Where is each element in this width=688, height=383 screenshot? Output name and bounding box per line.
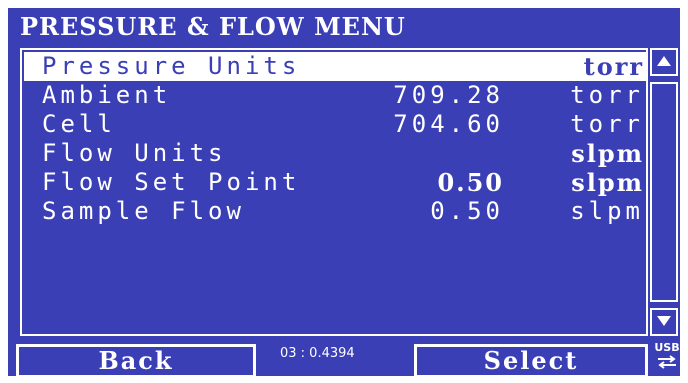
select-button[interactable]: Select: [414, 344, 648, 378]
usb-indicator: USB: [654, 342, 680, 369]
menu-item-label: Flow Set Point: [42, 168, 301, 196]
menu-item-unit: torr: [583, 52, 644, 81]
menu-item-flow-units[interactable]: Flow Units slpm: [24, 139, 646, 168]
usb-label: USB: [654, 341, 680, 354]
lcd-panel: PRESSURE & FLOW MENU Pressure Units torr…: [8, 8, 680, 378]
menu-item-value: 704.60: [393, 110, 504, 138]
menu-item-label: Cell: [42, 110, 116, 138]
menu-item-sample-flow[interactable]: Sample Flow 0.50 slpm: [24, 197, 646, 226]
scrollbar[interactable]: [650, 48, 678, 336]
usb-arrows-icon: [658, 355, 676, 369]
triangle-down-icon: [657, 316, 671, 326]
menu-item-value: 0.50: [430, 197, 504, 225]
device-screen: PRESSURE & FLOW MENU Pressure Units torr…: [0, 0, 688, 383]
menu-item-label: Ambient: [42, 81, 172, 109]
menu-item-unit: torr: [570, 81, 644, 109]
menu-list: Pressure Units torr Ambient 709.28 torr …: [20, 48, 648, 336]
menu-item-unit: torr: [570, 110, 644, 138]
page-title: PRESSURE & FLOW MENU: [20, 12, 406, 41]
menu-item-flow-set-point[interactable]: Flow Set Point 0.50 slpm: [24, 168, 646, 197]
menu-item-unit: slpm: [571, 168, 644, 197]
menu-item-value: 0.50: [437, 168, 504, 197]
menu-item-unit: slpm: [570, 197, 644, 225]
scroll-up-button[interactable]: [650, 48, 678, 76]
menu-item-cell[interactable]: Cell 704.60 torr: [24, 110, 646, 139]
scrollbar-track[interactable]: [650, 82, 678, 302]
status-readout: 03 : 0.4394: [280, 346, 355, 361]
menu-item-ambient[interactable]: Ambient 709.28 torr: [24, 81, 646, 110]
menu-item-label: Sample Flow: [42, 197, 245, 225]
menu-item-pressure-units[interactable]: Pressure Units torr: [24, 52, 646, 81]
scroll-down-button[interactable]: [650, 308, 678, 336]
menu-item-label: Pressure Units: [42, 52, 301, 80]
triangle-up-icon: [657, 56, 671, 66]
menu-item-label: Flow Units: [42, 139, 227, 167]
menu-item-value: 709.28: [393, 81, 504, 109]
menu-item-unit: slpm: [571, 139, 644, 168]
back-button[interactable]: Back: [16, 344, 256, 378]
